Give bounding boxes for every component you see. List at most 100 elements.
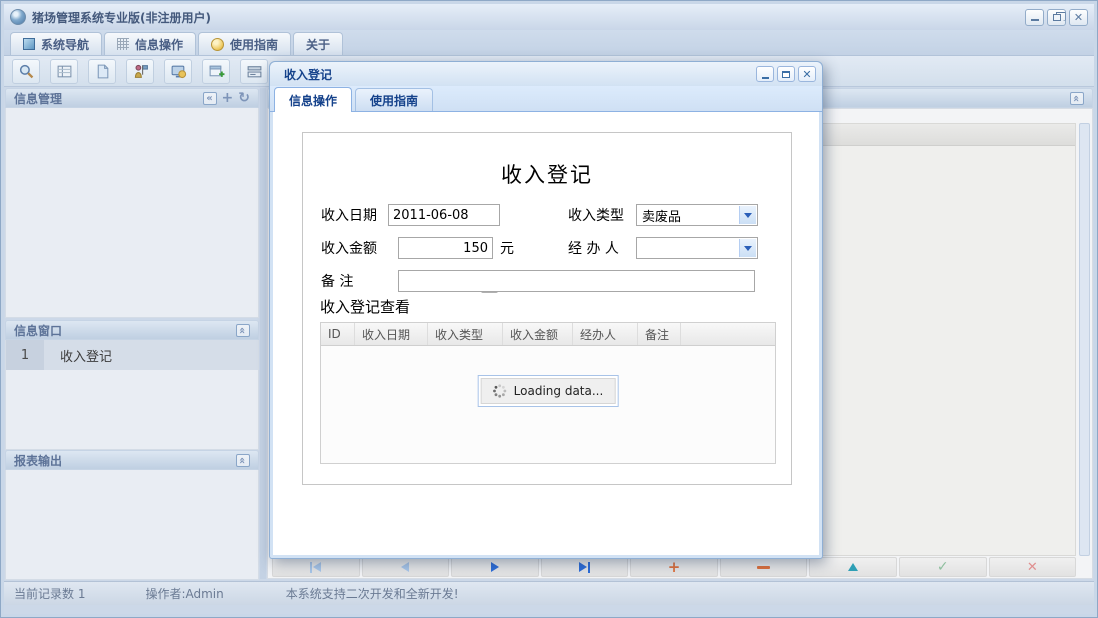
collapse-up-button[interactable]: « (1070, 92, 1084, 105)
new-window-button[interactable] (202, 59, 230, 84)
document-button[interactable] (88, 59, 116, 84)
app-logo-icon (10, 9, 26, 25)
paging-last-button[interactable] (541, 557, 629, 577)
menu-tab-about[interactable]: 关于 (293, 32, 343, 55)
window-new-icon (208, 63, 225, 80)
dialog-close-button[interactable]: ✕ (798, 66, 816, 82)
date-input[interactable] (388, 204, 500, 226)
column-header-handler[interactable]: 经办人 (573, 323, 638, 345)
table-icon (56, 63, 73, 80)
dialog-maximize-button[interactable] (777, 66, 795, 82)
amount-label: 收入金额 (321, 238, 377, 258)
close-icon: ✕ (1074, 11, 1083, 24)
income-form-panel: 收入登记 收入日期 收入类型 卖废品 收入金额 (302, 132, 792, 485)
menu-tab-system-nav[interactable]: 系统导航 (10, 32, 102, 55)
window-title: 猪场管理系统专业版(非注册用户) (32, 9, 1025, 26)
chevron-down-icon (739, 239, 756, 257)
combo-value: 卖废品 (642, 206, 681, 225)
search-icon (18, 63, 35, 80)
column-header-id[interactable]: ID (321, 323, 355, 345)
refresh-icon[interactable]: ↻ (238, 90, 250, 106)
last-icon (579, 562, 590, 573)
handler-label: 经 办 人 (568, 238, 619, 258)
amount-input[interactable] (398, 237, 493, 259)
income-register-dialog: 收入登记 ✕ 信息操作 使用指南 收入登记 收入日期 (269, 61, 823, 559)
info-management-body (5, 108, 259, 318)
loading-indicator: Loading data... (478, 375, 619, 407)
window-bottom-edge (4, 605, 1094, 614)
income-type-combo[interactable]: 卖废品 (636, 204, 758, 226)
card-reader-button[interactable] (240, 59, 268, 84)
paging-add-button[interactable]: + (630, 557, 718, 577)
paging-next-button[interactable] (451, 557, 539, 577)
nav-square-icon (23, 38, 35, 50)
income-grid-header: ID 收入日期 收入类型 收入金额 经办人 备注 (321, 323, 775, 346)
collapse-left-button[interactable]: « (203, 92, 217, 105)
paging-cancel-button[interactable]: ✕ (989, 557, 1077, 577)
monitor-globe-icon (170, 63, 187, 80)
info-window-body: 1 收入登记 (5, 340, 259, 450)
dialog-tab-guide[interactable]: 使用指南 (355, 88, 433, 111)
chevron-down-icon (739, 206, 756, 224)
column-header-date[interactable]: 收入日期 (355, 323, 428, 345)
dialog-tab-info-ops[interactable]: 信息操作 (274, 87, 352, 112)
spinner-icon (493, 384, 507, 398)
monitor-button[interactable] (164, 59, 192, 84)
panel-header-info-management[interactable]: 信息管理 « + ↻ (5, 88, 259, 108)
column-header-note[interactable]: 备注 (638, 323, 681, 345)
background-paging-bar: + ✓ ✕ (272, 557, 1076, 577)
panel-header-info-window[interactable]: 信息窗口 « (5, 320, 259, 340)
panel-header-report-output[interactable]: 报表输出 « (5, 450, 259, 470)
loading-text: Loading data... (514, 384, 604, 398)
menu-tab-label: 关于 (306, 36, 330, 53)
vertical-scrollbar[interactable] (1079, 123, 1090, 556)
dialog-title: 收入登记 (284, 66, 753, 83)
menu-tab-info-ops[interactable]: 信息操作 (104, 32, 196, 55)
restore-button[interactable] (1047, 9, 1066, 26)
user-chart-icon (132, 63, 149, 80)
operator-info: 操作者:Admin (145, 585, 223, 602)
column-header-amount[interactable]: 收入金额 (503, 323, 573, 345)
paging-save-button[interactable]: ✓ (899, 557, 987, 577)
info-window-item[interactable]: 1 收入登记 (6, 340, 258, 370)
search-button[interactable] (12, 59, 40, 84)
maximize-icon (782, 71, 790, 78)
paging-edit-button[interactable] (809, 557, 897, 577)
sidebar-splitter[interactable] (260, 88, 266, 579)
save-check-icon: ✓ (937, 560, 949, 574)
dialog-tab-strip: 信息操作 使用指南 (270, 86, 822, 112)
operator-button[interactable] (126, 59, 154, 84)
dialog-minimize-button[interactable] (756, 66, 774, 82)
handler-combo[interactable] (636, 237, 758, 259)
date-label: 收入日期 (321, 205, 377, 225)
add-icon[interactable]: + (222, 90, 234, 106)
item-label: 收入登记 (44, 340, 258, 370)
card-reader-icon (246, 63, 263, 80)
menu-tab-guide[interactable]: 使用指南 (198, 32, 291, 55)
note-input[interactable] (398, 270, 755, 292)
panel-title: 报表输出 (14, 452, 62, 469)
type-label: 收入类型 (568, 205, 624, 225)
collapse-up-button[interactable]: « (236, 324, 250, 337)
paging-delete-button[interactable] (720, 557, 808, 577)
close-icon: ✕ (802, 68, 811, 81)
collapse-up-button[interactable]: « (236, 454, 250, 467)
dialog-tab-label: 信息操作 (289, 92, 337, 109)
minimize-icon (762, 77, 769, 79)
minimize-icon (1031, 19, 1039, 21)
paging-first-button[interactable] (272, 557, 360, 577)
application-window: 猪场管理系统专业版(非注册用户) ✕ 系统导航 信息操作 使用指南 关于 (0, 0, 1098, 618)
paging-prev-button[interactable] (362, 557, 450, 577)
close-button[interactable]: ✕ (1069, 9, 1088, 26)
menu-tab-label: 系统导航 (41, 36, 89, 53)
column-header-type[interactable]: 收入类型 (428, 323, 503, 345)
dialog-titlebar[interactable]: 收入登记 ✕ (270, 62, 822, 86)
minimize-button[interactable] (1025, 9, 1044, 26)
item-index: 1 (6, 340, 44, 370)
main-titlebar[interactable]: 猪场管理系统专业版(非注册用户) ✕ (4, 4, 1094, 30)
restore-icon (1053, 14, 1061, 21)
help-ball-icon (211, 38, 224, 51)
list-view-button[interactable] (50, 59, 78, 84)
income-grid: ID 收入日期 收入类型 收入金额 经办人 备注 Loading data... (320, 322, 776, 464)
column-header-empty[interactable] (681, 323, 775, 345)
